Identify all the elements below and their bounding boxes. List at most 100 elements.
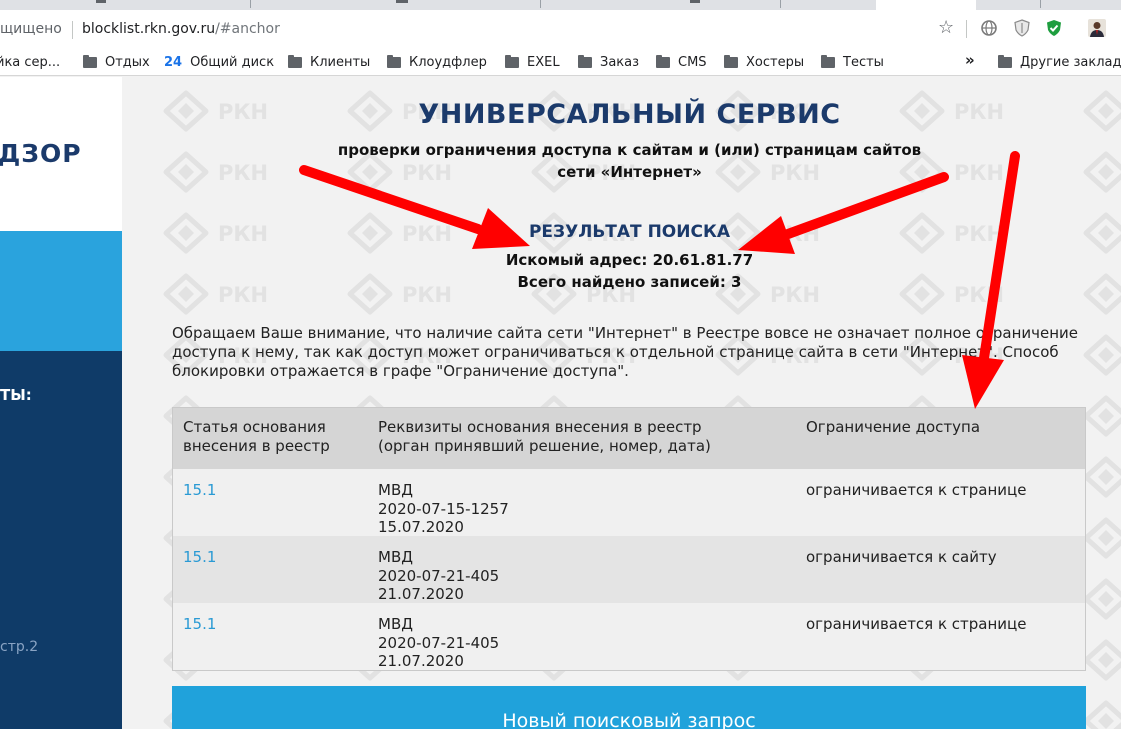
adblock-shield-icon[interactable] bbox=[1045, 19, 1063, 37]
column-header-details: Реквизиты основания внесения в реестр (о… bbox=[378, 418, 711, 456]
bookmark-label: Клиенты bbox=[310, 54, 371, 70]
header-line: Реквизиты основания внесения в реестр bbox=[378, 418, 702, 436]
bookmark-label: йка сер... bbox=[0, 54, 61, 70]
site-logo[interactable]: ДЗОР bbox=[0, 139, 82, 168]
tab-separator bbox=[780, 0, 781, 8]
records-count: Всего найдено записей: 3 bbox=[517, 273, 742, 291]
bookmarks-overflow-button[interactable]: » bbox=[965, 51, 975, 69]
bookmark-folder[interactable]: CMS bbox=[656, 53, 707, 71]
table-row: 15.1 МВД 2020-07-21-405 21.07.2020 огран… bbox=[173, 536, 1085, 603]
folder-icon bbox=[505, 54, 519, 68]
header-line: (орган принявший решение, номер, дата) bbox=[378, 437, 711, 455]
authority: МВД bbox=[378, 615, 413, 633]
folder-icon bbox=[83, 54, 97, 68]
folder-icon bbox=[724, 54, 738, 68]
results-table: Статья основания внесения в реестр Рекви… bbox=[172, 407, 1086, 671]
searched-address: Искомый адрес: 20.61.81.77 bbox=[505, 251, 754, 269]
sidebar-nav: ТЫ: стр.2 bbox=[0, 351, 122, 729]
article-link[interactable]: 15.1 bbox=[183, 615, 216, 634]
sidebar-nav-link[interactable]: стр.2 bbox=[0, 639, 38, 655]
url-host: blocklist.rkn.gov.ru bbox=[82, 21, 216, 37]
decision-number: 2020-07-21-405 bbox=[378, 566, 500, 585]
bookmark-label: CMS bbox=[678, 54, 707, 70]
bookmark-folder[interactable]: EXEL bbox=[505, 53, 560, 71]
bookmark-label: Отдых bbox=[105, 54, 150, 70]
bookmark-folder[interactable]: Клоудфлер bbox=[387, 53, 487, 71]
restriction-type: ограничивается к сайту bbox=[806, 548, 997, 566]
table-row: 15.1 МВД 2020-07-15-1257 15.07.2020 огра… bbox=[173, 469, 1085, 536]
bookmark-label: Клоудфлер bbox=[409, 54, 487, 70]
sidebar-banner bbox=[0, 231, 122, 351]
url-field[interactable]: blocklist.rkn.gov.ru/#anchor bbox=[82, 21, 280, 37]
folder-icon bbox=[998, 54, 1012, 68]
sidebar-nav-heading: ТЫ: bbox=[0, 386, 32, 404]
header-line: внесения в реестр bbox=[183, 437, 330, 455]
site-logo-area: ДЗОР bbox=[0, 77, 122, 231]
decision-details: МВД 2020-07-21-405 21.07.2020 bbox=[378, 548, 499, 604]
omnibox[interactable]: щищено blocklist.rkn.gov.ru/#anchor bbox=[0, 14, 975, 44]
notice-text: Обращаем Ваше внимание, что наличие сайт… bbox=[172, 324, 1079, 380]
decision-number: 2020-07-15-1257 bbox=[378, 499, 509, 518]
decision-details: МВД 2020-07-15-1257 15.07.2020 bbox=[378, 481, 509, 537]
folder-icon bbox=[656, 54, 670, 68]
bookmark-label: Тесты bbox=[843, 54, 884, 70]
security-indicator[interactable]: щищено bbox=[0, 21, 62, 37]
folder-icon bbox=[387, 54, 401, 68]
authority: МВД bbox=[378, 481, 413, 499]
bookmark-folder[interactable]: Тесты bbox=[821, 53, 884, 71]
decision-date: 21.07.2020 bbox=[378, 585, 464, 603]
column-header-article: Статья основания внесения в реестр bbox=[183, 418, 330, 456]
article-link[interactable]: 15.1 bbox=[183, 548, 216, 567]
column-header-restriction: Ограничение доступа bbox=[806, 418, 980, 437]
omnibox-divider bbox=[72, 21, 73, 39]
subtitle-line: сети «Интернет» bbox=[557, 163, 702, 181]
tab[interactable] bbox=[690, 0, 700, 3]
tab[interactable] bbox=[396, 0, 408, 3]
header-line: Ограничение доступа bbox=[806, 418, 981, 436]
bookmark-star-icon[interactable]: ☆ bbox=[938, 19, 954, 37]
folder-icon bbox=[821, 54, 835, 68]
tab-separator bbox=[250, 0, 251, 8]
bookmark-item[interactable]: 24 Общий диск bbox=[164, 53, 274, 71]
decision-date: 15.07.2020 bbox=[378, 518, 464, 536]
globe-extension-icon[interactable] bbox=[980, 19, 998, 37]
restriction-type: ограничивается к странице bbox=[806, 481, 1027, 499]
tab[interactable] bbox=[96, 0, 106, 3]
page-title: УНИВЕРСАЛЬНЫЙ СЕРВИС bbox=[418, 99, 841, 130]
main-content: РКН УНИВЕРСАЛЬНЫЙ СЕРВИС проверки ограни… bbox=[122, 77, 1121, 729]
authority: МВД bbox=[378, 548, 413, 566]
tab-separator bbox=[540, 0, 541, 8]
result-heading: РЕЗУЛЬТАТ ПОИСКА bbox=[528, 222, 731, 242]
page-subtitle: проверки ограничения доступа к сайтам и … bbox=[122, 139, 1121, 183]
subtitle-line: проверки ограничения доступа к сайтам и … bbox=[337, 141, 922, 159]
toolbar-divider bbox=[966, 20, 967, 38]
new-search-button[interactable]: Новый поисковый запрос bbox=[172, 686, 1086, 729]
article-link[interactable]: 15.1 bbox=[183, 481, 216, 500]
bookmark-label: Общий диск bbox=[190, 54, 275, 70]
active-tab[interactable] bbox=[876, 0, 976, 10]
profile-avatar-icon[interactable] bbox=[1088, 19, 1106, 37]
bookmark-folder[interactable]: Отдых bbox=[83, 53, 150, 71]
page-viewport: ДЗОР ТЫ: стр.2 РКН УНИВЕРСАЛЬНЫЙ СЕРВИС … bbox=[0, 77, 1121, 729]
folder-icon bbox=[288, 54, 302, 68]
tab-strip bbox=[0, 0, 1121, 10]
bookmark-folder[interactable]: Хостеры bbox=[724, 53, 804, 71]
decision-date: 21.07.2020 bbox=[378, 652, 464, 670]
bookmark-item[interactable]: йка сер... bbox=[0, 53, 60, 71]
decision-details: МВД 2020-07-21-405 21.07.2020 bbox=[378, 615, 499, 671]
table-row: 15.1 МВД 2020-07-21-405 21.07.2020 огран… bbox=[173, 603, 1085, 670]
bookmark-folder[interactable]: Заказ bbox=[578, 53, 639, 71]
bookmark-label: Другие заклад bbox=[1020, 54, 1121, 70]
shield-extension-icon[interactable] bbox=[1013, 19, 1031, 37]
drive-24-icon: 24 bbox=[164, 54, 183, 70]
bookmark-folder[interactable]: Клиенты bbox=[288, 53, 370, 71]
other-bookmarks-folder[interactable]: Другие заклад bbox=[998, 53, 1121, 71]
header-line: Статья основания bbox=[183, 418, 326, 436]
bookmark-label: Заказ bbox=[600, 54, 640, 70]
decision-number: 2020-07-21-405 bbox=[378, 633, 500, 652]
tab-separator bbox=[1040, 0, 1041, 8]
url-path: /#anchor bbox=[215, 21, 280, 37]
table-header: Статья основания внесения в реестр Рекви… bbox=[173, 408, 1085, 469]
bookmark-label: EXEL bbox=[527, 54, 560, 70]
bookmark-label: Хостеры bbox=[746, 54, 805, 70]
